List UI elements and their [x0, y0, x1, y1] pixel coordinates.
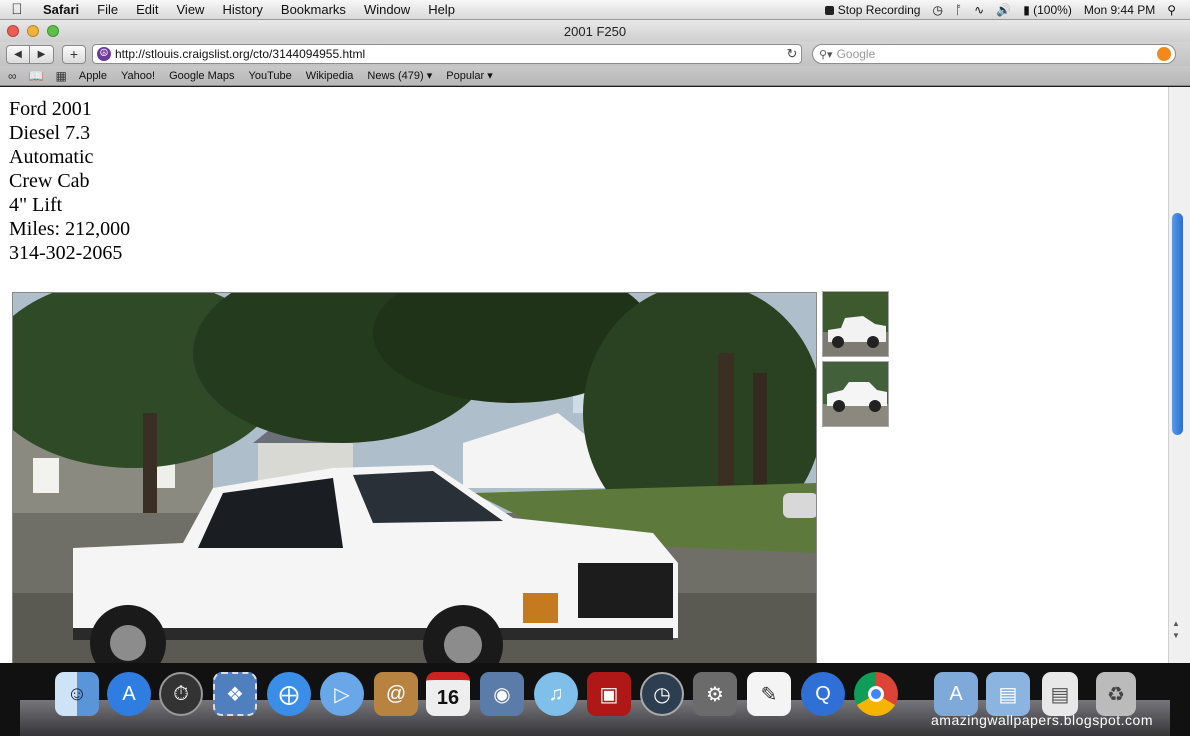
spotlight-icon[interactable]: ⚲	[1161, 3, 1182, 17]
snapback-icon[interactable]	[1157, 47, 1171, 61]
scrollbar-thumb[interactable]	[1172, 213, 1183, 435]
time-machine-status-icon[interactable]: ◷	[926, 3, 948, 17]
iphoto-icon[interactable]: ◉	[480, 672, 524, 716]
forward-button[interactable]: ▶	[30, 44, 54, 64]
documents-folder-icon[interactable]: ▤	[986, 672, 1030, 716]
bookmark-apple[interactable]: Apple	[79, 70, 107, 82]
time-machine-icon[interactable]: ◷	[640, 672, 684, 716]
truck-photo-image	[13, 293, 816, 663]
reload-icon[interactable]: ↻	[783, 46, 801, 62]
bookmark-google-maps[interactable]: Google Maps	[169, 70, 234, 82]
clock[interactable]: Mon 9:44 PM	[1078, 3, 1161, 17]
scroll-up-arrow-icon[interactable]: ▲	[1172, 619, 1180, 628]
scroll-down-arrow-icon[interactable]: ▼	[1172, 631, 1180, 640]
window-titlebar: 2001 F250	[0, 20, 1190, 42]
reading-list-icon[interactable]: ∞	[8, 69, 17, 83]
menu-edit[interactable]: Edit	[127, 2, 167, 17]
bookmarks-bar: ∞ 📖 ▦ Apple Yahoo! Google Maps YouTube W…	[0, 66, 1190, 86]
file-icon[interactable]: ▤	[1042, 672, 1078, 716]
menu-window[interactable]: Window	[355, 2, 419, 17]
menu-file[interactable]: File	[88, 2, 127, 17]
app-store-icon[interactable]: A	[107, 672, 151, 716]
vertical-scrollbar[interactable]: ▲ ▼	[1168, 87, 1190, 663]
thumbnail-photo-2[interactable]	[822, 361, 889, 427]
listing-line-phone: 314-302-2065	[9, 242, 123, 264]
thumbnail-image-1	[823, 292, 888, 356]
zoom-window-button[interactable]	[47, 25, 59, 37]
itunes-icon[interactable]: ♫	[534, 672, 578, 716]
back-button[interactable]: ◀	[6, 44, 30, 64]
menu-bookmarks[interactable]: Bookmarks	[272, 2, 355, 17]
top-sites-grid-icon[interactable]: ▦	[56, 69, 67, 83]
facetime-icon[interactable]: ▷	[320, 672, 364, 716]
search-icon[interactable]: ⚲▾	[819, 48, 833, 61]
listing-line-lift: 4" Lift	[9, 194, 63, 216]
applications-folder-icon[interactable]: A	[934, 672, 978, 716]
bookmark-news[interactable]: News (479) ▾	[367, 69, 432, 82]
search-field[interactable]: ⚲▾ Google	[812, 44, 1176, 64]
battery-status[interactable]: ▮ (100%)	[1017, 3, 1078, 17]
finder-icon[interactable]: ☺	[55, 672, 99, 716]
battery-icon: ▮	[1023, 2, 1030, 17]
site-favicon-icon: ☮	[97, 47, 111, 61]
listing-line-transmission: Automatic	[9, 146, 94, 168]
stop-recording-label: Stop Recording	[837, 2, 921, 17]
thumbnail-image-2	[823, 362, 888, 426]
quicktime-icon[interactable]: Q	[801, 672, 845, 716]
chrome-center-dot	[868, 686, 884, 702]
url-text[interactable]: http://stlouis.craigslist.org/cto/314409…	[115, 47, 783, 61]
chrome-icon[interactable]	[854, 672, 898, 716]
bookmarks-book-icon[interactable]: 📖	[29, 69, 44, 83]
bookmark-popular[interactable]: Popular ▾	[446, 69, 493, 82]
system-preferences-icon[interactable]: ⚙	[693, 672, 737, 716]
apple-icon[interactable]: 	[0, 1, 34, 18]
mail-stamp-icon[interactable]: ❖	[213, 672, 257, 716]
bluetooth-icon[interactable]: ᚩ	[949, 3, 968, 17]
wifi-icon[interactable]: ∿	[968, 3, 990, 17]
listing-line-engine: Diesel 7.3	[9, 122, 91, 144]
listing-line-cab: Crew Cab	[9, 170, 90, 192]
menu-view[interactable]: View	[168, 2, 214, 17]
calendar-day: 16	[436, 686, 460, 709]
address-book-icon[interactable]: @	[374, 672, 418, 716]
listing-line-miles: Miles: 212,000	[9, 218, 131, 240]
browser-toolbar: ◀ ▶ + ☮ http://stlouis.craigslist.org/ct…	[0, 42, 1190, 66]
listing-line-make: Ford 2001	[9, 98, 92, 120]
dashboard-icon[interactable]: ⏱	[159, 672, 203, 716]
web-page-content[interactable]: Ford 2001 Diesel 7.3 Automatic Crew Cab …	[0, 87, 1168, 663]
close-window-button[interactable]	[7, 25, 19, 37]
battery-percent: (100%)	[1033, 2, 1072, 17]
menu-bar:  Safari File Edit View History Bookmark…	[0, 0, 1190, 20]
window-title: 2001 F250	[563, 23, 627, 39]
add-bookmark-button[interactable]: +	[62, 44, 86, 64]
watermark-text: amazingwallpapers.blogspot.com	[931, 712, 1153, 728]
bookmark-youtube[interactable]: YouTube	[249, 70, 292, 82]
trash-icon[interactable]: ♻	[1096, 672, 1136, 716]
address-bar[interactable]: ☮ http://stlouis.craigslist.org/cto/3144…	[92, 44, 802, 64]
record-icon	[824, 5, 834, 15]
bookmark-wikipedia[interactable]: Wikipedia	[306, 70, 354, 82]
photo-booth-icon[interactable]: ▣	[587, 672, 631, 716]
search-placeholder: Google	[836, 47, 876, 61]
menu-history[interactable]: History	[213, 2, 271, 17]
menu-app-safari[interactable]: Safari	[34, 2, 88, 17]
thumbnail-photo-1[interactable]	[822, 291, 889, 357]
main-listing-photo[interactable]	[12, 292, 817, 663]
menu-help[interactable]: Help	[419, 2, 464, 17]
calendar-icon[interactable]: 16	[426, 672, 470, 716]
safari-icon[interactable]: ⨁	[267, 672, 311, 716]
minimize-window-button[interactable]	[27, 25, 39, 37]
textedit-icon[interactable]: ✎	[747, 672, 791, 716]
stop-recording-button[interactable]: Stop Recording	[819, 3, 927, 17]
listing-details: Ford 2001 Diesel 7.3 Automatic Crew Cab …	[9, 97, 130, 265]
bookmark-yahoo[interactable]: Yahoo!	[121, 70, 155, 82]
volume-icon[interactable]: 🔊	[990, 3, 1017, 17]
